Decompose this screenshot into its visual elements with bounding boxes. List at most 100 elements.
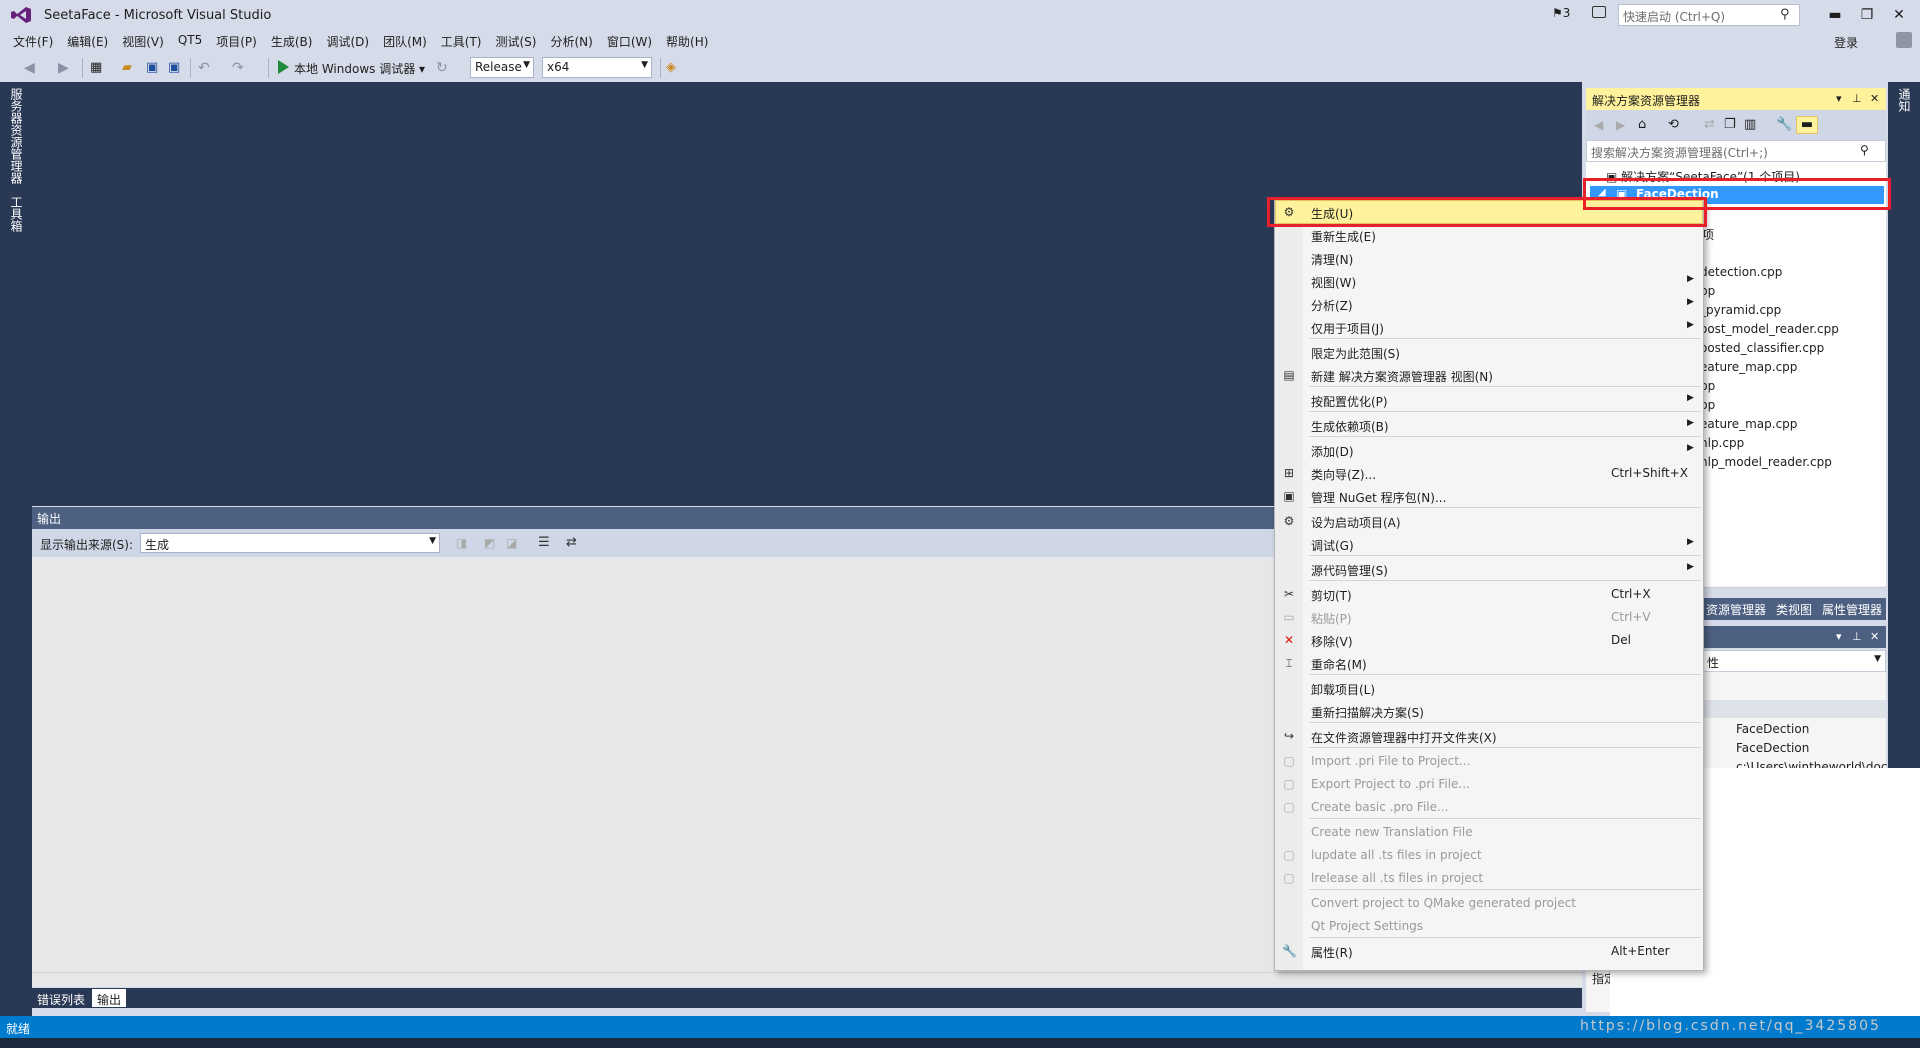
minimize-button[interactable]: ▬: [1820, 4, 1850, 26]
chevron-down-icon[interactable]: ▾: [1836, 630, 1842, 643]
tree-item-file[interactable]: detection.cpp: [1700, 265, 1782, 279]
toolbox-tab[interactable]: 工具箱: [8, 196, 25, 232]
menu-item[interactable]: 调试(D): [319, 30, 376, 52]
context-menu-item[interactable]: 源代码管理(S) ▶: [1275, 558, 1703, 580]
goto-message-icon[interactable]: ◨: [456, 536, 472, 552]
open-file-icon[interactable]: ▰: [122, 60, 138, 76]
menu-item[interactable]: 生成(B): [264, 30, 320, 52]
forward-icon[interactable]: ▶: [58, 60, 74, 76]
menu-item[interactable]: 分析(N): [543, 30, 599, 52]
login-link[interactable]: 登录: [1834, 34, 1858, 51]
menu-item[interactable]: 工具(T): [434, 30, 489, 52]
save-all-icon[interactable]: ▣: [168, 60, 184, 76]
tree-item-file[interactable]: eature_map.cpp: [1700, 360, 1797, 374]
tree-item-file[interactable]: nlp.cpp: [1700, 436, 1744, 450]
menu-item[interactable]: 视图(V): [115, 30, 171, 52]
context-menu-item[interactable]: 视图(W) ▶: [1275, 270, 1703, 292]
tree-item-file[interactable]: oost_model_reader.cpp: [1700, 322, 1839, 336]
context-menu-item[interactable]: ✂ 剪切(T) Ctrl+X: [1275, 583, 1703, 605]
tab-property-manager[interactable]: 属性管理器: [1822, 601, 1882, 618]
notifications-tab[interactable]: 通知: [1896, 88, 1913, 112]
context-menu-item[interactable]: 分析(Z) ▶: [1275, 293, 1703, 315]
context-menu-item[interactable]: 重新生成(E): [1275, 224, 1703, 246]
context-menu-item[interactable]: ▣ 管理 NuGet 程序包(N)...: [1275, 485, 1703, 507]
menu-item[interactable]: 团队(M): [376, 30, 434, 52]
tree-item-file[interactable]: eature_map.cpp: [1700, 417, 1797, 431]
context-menu-item[interactable]: ⚙ 设为启动项目(A): [1275, 510, 1703, 532]
pin-icon[interactable]: ⊥: [1852, 92, 1862, 105]
previous-message-icon[interactable]: ◩: [484, 536, 500, 552]
solution-explorer-search-input[interactable]: 搜索解决方案资源管理器(Ctrl+;): [1586, 140, 1886, 162]
context-menu-item[interactable]: 生成依赖项(B) ▶: [1275, 414, 1703, 436]
undo-icon[interactable]: ↶: [198, 60, 214, 76]
context-menu-item[interactable]: ✕ 移除(V) Del: [1275, 629, 1703, 651]
property-value[interactable]: FaceDection: [1736, 741, 1809, 755]
menu-item[interactable]: QT5: [171, 30, 209, 52]
context-menu-item[interactable]: 重新扫描解决方案(S): [1275, 700, 1703, 722]
server-explorer-tab[interactable]: 服务器资源管理器: [8, 88, 25, 184]
feedback-icon[interactable]: [1592, 6, 1606, 18]
menu-item[interactable]: 测试(S): [488, 30, 543, 52]
start-debugger-button[interactable]: 本地 Windows 调试器 ▾: [294, 60, 425, 77]
back-icon[interactable]: ◀: [24, 60, 40, 76]
tab-error-list[interactable]: 错误列表: [32, 989, 90, 1007]
refresh-icon[interactable]: ↻: [436, 60, 452, 76]
restore-button[interactable]: ❐: [1852, 4, 1882, 26]
context-menu-item[interactable]: ⌶ 重命名(M): [1275, 652, 1703, 674]
notification-flag[interactable]: ⚑3: [1552, 6, 1570, 20]
clear-all-icon[interactable]: ☰: [538, 535, 554, 551]
chevron-down-icon[interactable]: ▾: [1836, 92, 1842, 105]
context-menu-item[interactable]: ▤ 新建 解决方案资源管理器 视图(N): [1275, 364, 1703, 386]
menu-item[interactable]: 编辑(E): [60, 30, 115, 52]
close-window-button[interactable]: ✕: [1884, 4, 1914, 26]
close-icon[interactable]: ✕: [1870, 92, 1879, 105]
context-menu-item[interactable]: 添加(D) ▶: [1275, 439, 1703, 461]
context-menu-item[interactable]: 仅用于项目(J) ▶: [1275, 316, 1703, 338]
menu-item[interactable]: 窗口(W): [600, 30, 659, 52]
output-source-select[interactable]: 生成 ▼: [140, 533, 440, 553]
preview-icon[interactable]: ▬: [1796, 116, 1818, 134]
context-menu-item[interactable]: ⊞ 类向导(Z)... Ctrl+Shift+X: [1275, 462, 1703, 484]
menu-item[interactable]: 帮助(H): [659, 30, 715, 52]
menu-item[interactable]: 项目(P): [209, 30, 264, 52]
tree-item-file[interactable]: nlp_model_reader.cpp: [1700, 455, 1832, 469]
menu-item[interactable]: 文件(F): [6, 30, 60, 52]
play-icon[interactable]: [278, 60, 289, 74]
sync-icon[interactable]: ⇄: [1704, 117, 1720, 133]
context-menu-item[interactable]: 限定为此范围(S): [1275, 341, 1703, 363]
tree-item-file[interactable]: _pyramid.cpp: [1700, 303, 1781, 317]
save-icon[interactable]: ▣: [146, 60, 162, 76]
context-menu-item[interactable]: 清理(N): [1275, 247, 1703, 269]
collapse-all-icon[interactable]: ❐: [1724, 117, 1740, 133]
context-menu-item[interactable]: 🔧 属性(R) Alt+Enter: [1275, 940, 1703, 962]
properties-icon[interactable]: 🔧: [1776, 117, 1792, 133]
tab-solution-explorer[interactable]: 资源管理器: [1706, 601, 1766, 618]
tree-item-file[interactable]: oosted_classifier.cpp: [1700, 341, 1824, 355]
forward-icon[interactable]: ▶: [1616, 118, 1632, 134]
pending-changes-icon[interactable]: ⟲: [1668, 117, 1684, 133]
pro-file-icon: ▢: [1283, 800, 1295, 814]
new-project-icon[interactable]: ▦: [90, 60, 106, 76]
context-menu-item[interactable]: 按配置优化(P) ▶: [1275, 389, 1703, 411]
context-menu-item[interactable]: 调试(G) ▶: [1275, 533, 1703, 555]
next-message-icon[interactable]: ◪: [506, 536, 522, 552]
pin-icon[interactable]: ⊥: [1852, 630, 1862, 643]
property-value[interactable]: FaceDection: [1736, 722, 1809, 736]
back-icon[interactable]: ◀: [1594, 118, 1610, 134]
find-in-files-icon[interactable]: ◈: [666, 60, 682, 76]
configuration-combo[interactable]: Release ▼: [470, 57, 534, 78]
quick-launch-input[interactable]: 快速启动 (Ctrl+Q): [1618, 4, 1800, 26]
platform-combo[interactable]: x64 ▼: [542, 57, 652, 78]
context-menu-item[interactable]: ↪ 在文件资源管理器中打开文件夹(X): [1275, 725, 1703, 747]
output-horizontal-scrollbar[interactable]: [32, 972, 1582, 986]
context-menu-item[interactable]: 卸载项目(L): [1275, 677, 1703, 699]
word-wrap-icon[interactable]: ⇄: [566, 535, 582, 551]
account-icon[interactable]: [1896, 32, 1912, 48]
show-all-files-icon[interactable]: ▥: [1744, 117, 1760, 133]
close-icon[interactable]: ✕: [1870, 630, 1879, 643]
tab-class-view[interactable]: 类视图: [1776, 601, 1812, 618]
redo-icon[interactable]: ↷: [232, 60, 248, 76]
context-menu-shortcut: Ctrl+X: [1611, 587, 1651, 601]
tab-output[interactable]: 输出: [92, 989, 127, 1007]
home-icon[interactable]: ⌂: [1638, 117, 1654, 133]
